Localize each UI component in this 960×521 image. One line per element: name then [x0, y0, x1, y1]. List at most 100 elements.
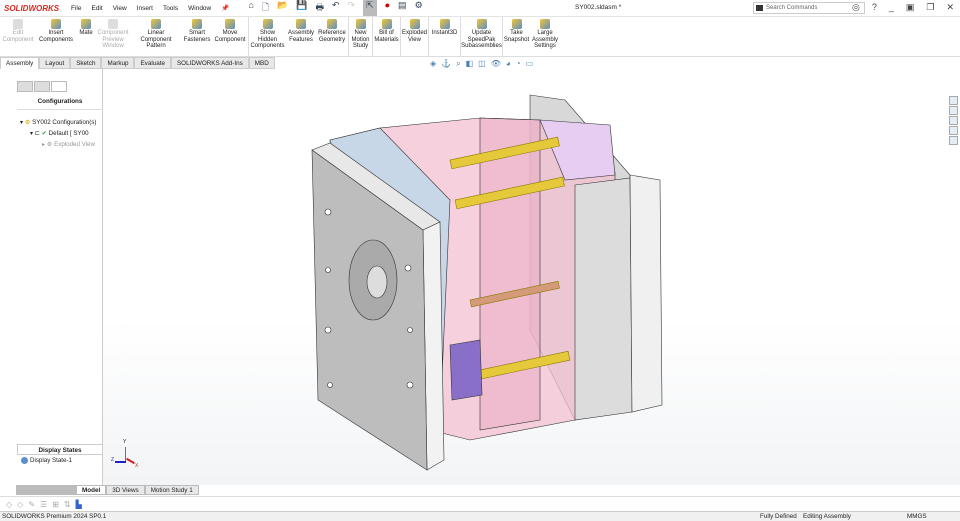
preview-icon: [108, 19, 118, 29]
pin-icon[interactable]: 📌: [221, 5, 229, 12]
dimension-icon[interactable]: ⊞: [52, 500, 59, 509]
tab-scroll[interactable]: [16, 485, 76, 495]
component-preview-button[interactable]: Component Preview Window: [96, 17, 130, 56]
undo-icon[interactable]: ↶: [332, 0, 340, 16]
monitor-icon[interactable]: ▭: [526, 59, 534, 69]
status-bar: SOLIDWORKS Premium 2024 SP0.1 Fully Defi…: [0, 511, 960, 521]
scene-icon[interactable]: ◔: [516, 59, 521, 69]
resources-icon[interactable]: [949, 96, 958, 105]
assembly-model[interactable]: [103, 69, 960, 485]
speedpak-icon: [476, 19, 487, 29]
save-icon[interactable]: 💾: [296, 0, 307, 16]
restore-button[interactable]: ❐: [926, 2, 934, 13]
product-version: SOLIDWORKS Premium 2024 SP0.1: [2, 513, 107, 520]
custom-properties-icon[interactable]: [949, 136, 958, 145]
tree-item-configurations[interactable]: ▾ ⚙ SY002 Configuration(s): [20, 117, 96, 128]
large-assembly-settings-button[interactable]: Large Assembly Settings: [530, 17, 560, 56]
section-view-icon[interactable]: ◧: [466, 59, 474, 69]
display-state-item[interactable]: Display State-1: [21, 457, 72, 464]
units-selector[interactable]: MMGS: [907, 513, 927, 520]
tree-item-exploded-view[interactable]: ▸ ⚙ Exploded View: [20, 139, 96, 150]
instant3d-icon: [439, 19, 450, 29]
show-hidden-icon: [262, 19, 273, 29]
tab-assembly[interactable]: Assembly: [0, 57, 40, 69]
tab-motion-study[interactable]: Motion Study 1: [144, 485, 199, 495]
editing-status: Editing Assembly: [803, 513, 851, 520]
rebuild-icon[interactable]: ●: [385, 0, 390, 16]
menu-tools[interactable]: Tools: [163, 5, 178, 12]
property-manager-tab[interactable]: [34, 81, 50, 92]
options-icon[interactable]: ⚙: [415, 0, 423, 16]
menu-window[interactable]: Window: [188, 5, 211, 12]
file-explorer-icon[interactable]: [949, 116, 958, 125]
layout-button[interactable]: ▣: [906, 2, 915, 13]
smart-fasteners-button[interactable]: Smart Fasteners: [182, 17, 212, 56]
solidworks-logo: SOLIDWORKS: [4, 3, 60, 13]
motion-study-icon: [355, 19, 366, 29]
update-speedpak-button[interactable]: Update SpeedPak Subassemblies: [460, 17, 502, 56]
edit-component-button[interactable]: Edit Component: [0, 17, 36, 56]
tab-layout[interactable]: Layout: [39, 57, 71, 69]
menu-insert[interactable]: Insert: [137, 5, 153, 12]
graphics-area[interactable]: ◈ ⚓ ⌕ ◧ ◫ 👁 ◕ ◔ ▭ Y Z X: [103, 59, 960, 485]
reference-geometry-button[interactable]: Reference Geometry: [316, 17, 348, 56]
tab-markup[interactable]: Markup: [101, 57, 135, 69]
appearance-icon[interactable]: ◕: [506, 59, 511, 69]
display-style-icon[interactable]: ◫: [478, 59, 486, 69]
previous-view-icon[interactable]: ⚓: [441, 59, 451, 69]
feature-manager-tab[interactable]: [17, 81, 33, 92]
menu-edit[interactable]: Edit: [91, 5, 102, 12]
redo-icon[interactable]: ↷: [348, 0, 356, 16]
list-icon[interactable]: ☰: [40, 500, 47, 509]
title-bar: SOLIDWORKS File Edit View Insert Tools Window…: [0, 0, 960, 17]
menu-view[interactable]: View: [113, 5, 127, 12]
pencil-icon[interactable]: ✎: [28, 500, 35, 509]
print-icon[interactable]: 🖶: [315, 0, 324, 16]
tab-mbd[interactable]: MBD: [248, 57, 275, 69]
open-icon[interactable]: 📂: [277, 0, 288, 16]
new-icon[interactable]: 🗋: [262, 0, 269, 16]
file-properties-icon[interactable]: ▤: [398, 0, 407, 16]
chart-icon[interactable]: ▙: [76, 500, 82, 509]
configuration-manager-tab[interactable]: [51, 81, 67, 92]
hide-show-icon[interactable]: 👁: [491, 59, 501, 69]
tree-item-default[interactable]: ▾ ⊏ ✔ Default [ SY00: [20, 128, 96, 139]
panel-tabs: [17, 81, 67, 92]
tab-addins[interactable]: SOLIDWORKS Add-Ins: [170, 57, 249, 69]
tab-3d-views[interactable]: 3D Views: [106, 485, 145, 495]
definition-status: Fully Defined: [760, 513, 797, 520]
command-tabs: Assembly Layout Sketch Markup Evaluate S…: [0, 57, 275, 69]
instant3d-button[interactable]: Instant3D: [428, 17, 460, 56]
help-icon[interactable]: ?: [872, 2, 877, 13]
sprue-hole: [366, 265, 388, 299]
close-button[interactable]: ✕: [946, 2, 954, 13]
linear-pattern-button[interactable]: Linear Component Pattern: [130, 17, 182, 56]
minimize-button[interactable]: _: [889, 2, 894, 13]
move-component-button[interactable]: Move Component: [212, 17, 248, 56]
tab-evaluate[interactable]: Evaluate: [134, 57, 171, 69]
zoom-icon[interactable]: ⌕: [456, 59, 460, 69]
home-icon[interactable]: ⌂: [248, 0, 253, 16]
bill-of-materials-button[interactable]: Bill of Materials: [372, 17, 400, 56]
note-icon[interactable]: ◇: [17, 500, 23, 509]
select-icon[interactable]: ⇱: [363, 0, 377, 16]
command-manager: Edit Component Insert Components Mate Co…: [0, 17, 960, 57]
insert-components-button[interactable]: Insert Components: [36, 17, 76, 56]
search-input[interactable]: Search Commands: [753, 2, 865, 14]
appearances-icon[interactable]: [949, 126, 958, 135]
exploded-view-button[interactable]: Exploded View: [400, 17, 428, 56]
tolerance-icon[interactable]: ⇅: [64, 500, 71, 509]
tab-model[interactable]: Model: [76, 485, 107, 495]
annotation-icon[interactable]: ◇: [6, 500, 12, 509]
design-library-icon[interactable]: [949, 106, 958, 115]
tab-sketch[interactable]: Sketch: [70, 57, 102, 69]
mate-button[interactable]: Mate: [76, 17, 96, 56]
view-orientation-icon[interactable]: ◈: [430, 59, 436, 69]
assembly-features-button[interactable]: Assembly Features: [286, 17, 316, 56]
menu-file[interactable]: File: [71, 5, 81, 12]
new-motion-study-button[interactable]: New Motion Study: [348, 17, 372, 56]
account-icon[interactable]: ◎: [852, 2, 860, 13]
take-snapshot-button[interactable]: Take Snapshot: [502, 17, 530, 56]
fastener-icon: [192, 19, 202, 29]
show-hidden-button[interactable]: Show Hidden Components: [248, 17, 286, 56]
